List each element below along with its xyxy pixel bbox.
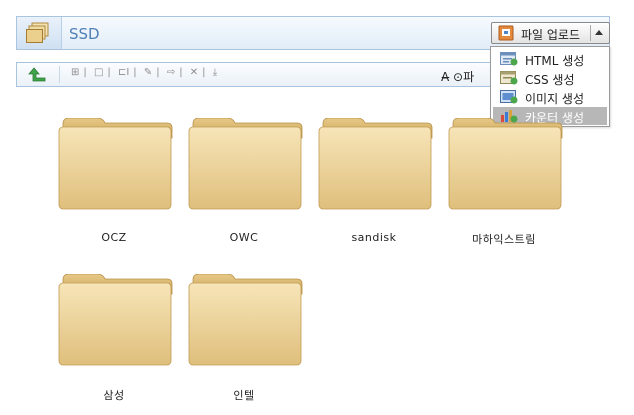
image-file-icon bbox=[500, 90, 518, 104]
rename-icon[interactable]: ⊏I bbox=[118, 67, 129, 78]
folder-name: 삼성 bbox=[103, 389, 125, 402]
folder-name: OWC bbox=[229, 231, 259, 244]
folder-item[interactable]: 삼성 bbox=[49, 274, 179, 404]
folder-item[interactable]: sandisk bbox=[309, 118, 439, 248]
divider: | bbox=[156, 67, 160, 78]
page-title: SSD bbox=[69, 25, 100, 43]
folder-item[interactable]: OWC bbox=[179, 118, 309, 248]
divider: | bbox=[107, 67, 111, 78]
folder-stack-icon bbox=[17, 17, 62, 49]
folder-icon bbox=[58, 118, 173, 210]
up-arrow-icon bbox=[28, 67, 46, 82]
grid-view-icon[interactable]: ⊞ bbox=[71, 67, 79, 78]
folder-icon bbox=[448, 118, 563, 210]
new-folder-icon[interactable]: □ bbox=[94, 67, 103, 78]
toolbar-right-controls[interactable]: A̶ ⊙파 bbox=[441, 68, 474, 85]
folder-name: 마하익스트림 bbox=[472, 233, 536, 246]
divider: | bbox=[83, 67, 87, 78]
header-bar: SSD 파일 업로드 bbox=[16, 16, 610, 50]
move-icon[interactable]: ⇨ bbox=[167, 67, 175, 78]
folder-item[interactable]: 마하익스트림 bbox=[439, 118, 569, 248]
css-file-icon bbox=[500, 71, 518, 85]
create-menu: HTML 생성 CSS 생성 이미지 생성 카운터 생성 bbox=[490, 46, 610, 127]
divider: | bbox=[179, 67, 183, 78]
chevron-up-icon[interactable] bbox=[595, 30, 603, 35]
toolbar-action-icons: ⊞ | □ | ⊏I | ✎ | ⇨ | ✕ | ⤓ bbox=[71, 67, 221, 78]
upload-icon bbox=[498, 25, 514, 44]
folder-icon bbox=[58, 274, 173, 366]
folder-item[interactable]: 인텔 bbox=[179, 274, 309, 404]
menu-item-image[interactable]: 이미지 생성 bbox=[493, 88, 607, 106]
folder-name: OCZ bbox=[101, 231, 127, 244]
folder-icon bbox=[188, 274, 303, 366]
folder-item[interactable]: OCZ bbox=[49, 118, 179, 248]
folder-name: 인텔 bbox=[233, 389, 255, 402]
delete-icon[interactable]: ✕ bbox=[190, 67, 198, 78]
download-icon[interactable]: ⤓ bbox=[213, 67, 217, 78]
toolbar-divider bbox=[59, 66, 60, 83]
divider: | bbox=[133, 67, 137, 78]
button-divider bbox=[590, 25, 591, 41]
folder-name: sandisk bbox=[351, 231, 397, 244]
html-file-icon bbox=[500, 52, 518, 66]
folder-icon bbox=[318, 118, 433, 210]
divider: | bbox=[202, 67, 206, 78]
menu-item-css[interactable]: CSS 생성 bbox=[493, 69, 607, 87]
menu-item-html[interactable]: HTML 생성 bbox=[493, 50, 607, 68]
file-upload-button[interactable]: 파일 업로드 bbox=[491, 22, 610, 44]
up-folder-button[interactable] bbox=[25, 65, 51, 84]
file-upload-label: 파일 업로드 bbox=[521, 28, 581, 42]
edit-icon[interactable]: ✎ bbox=[144, 67, 152, 78]
folder-icon bbox=[188, 118, 303, 210]
